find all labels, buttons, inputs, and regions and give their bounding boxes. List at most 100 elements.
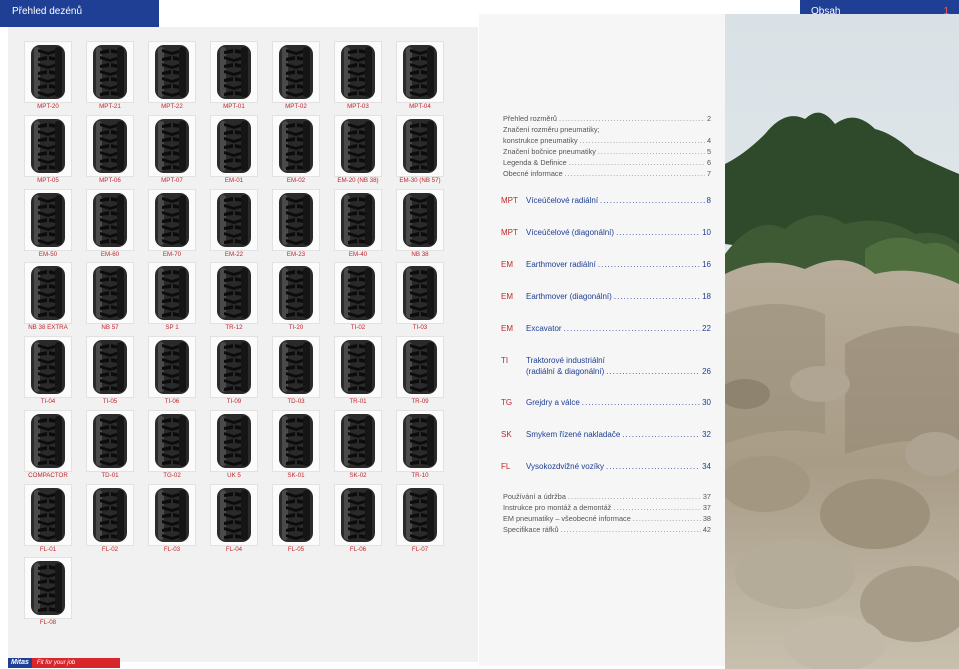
tire-thumbnail: MPT-03	[327, 41, 389, 113]
tire-image	[396, 484, 444, 546]
toc-section-code: MPT	[501, 228, 518, 237]
table-of-contents: Přehled rozměrů 2 Značení rozměru pneumati…	[479, 14, 725, 666]
toc-intro-entry[interactable]: Přehled rozměrů 2	[503, 114, 711, 123]
tire-label: FL-08	[39, 619, 57, 626]
tire-thumbnail: TI-03	[389, 262, 451, 334]
tire-label: TI-20	[288, 324, 304, 331]
tire-thumbnail: FL-01	[17, 484, 79, 556]
toc-intro-entry[interactable]: konstrukce pneumatiky 4	[503, 136, 711, 145]
tire-label: TI-05	[102, 398, 118, 405]
toc-appendix-entry[interactable]: Instrukce pro montáž a demontáž 37	[503, 503, 711, 512]
toc-entry-title: Instrukce pro montáž a demontáž	[503, 503, 612, 512]
tire-image	[334, 41, 382, 103]
tire-thumbnail: FL-07	[389, 484, 451, 556]
toc-section-row: Víceúčelové (diagonální) 10	[526, 228, 711, 238]
page-title-left: Přehled dezénů	[12, 6, 83, 17]
tire-label: EM-02	[286, 177, 306, 184]
tire-image	[396, 115, 444, 177]
toc-section-row: Grejdry a válce 30	[526, 398, 711, 408]
toc-section-entry[interactable]: MPT Víceúčelové radiální 8	[501, 196, 711, 206]
toc-section-title: Víceúčelové (diagonální)	[526, 228, 615, 237]
toc-appendix-entry[interactable]: EM pneumatiky – všeobecné informace 38	[503, 514, 711, 523]
tire-thumbnail: TI-04	[17, 336, 79, 408]
tire-label: MPT-22	[161, 103, 183, 110]
toc-section-code: TG	[501, 398, 513, 407]
toc-section-entry[interactable]: TI Traktorové industriální (radiální & dia…	[501, 356, 711, 378]
tire-image	[210, 484, 258, 546]
toc-leader	[564, 324, 701, 334]
tire-label: EM-30 (NB 57)	[399, 177, 441, 184]
tire-image	[210, 115, 258, 177]
tire-thumbnail: MPT-07	[141, 115, 203, 187]
toc-appendix-entry[interactable]: Používání a údržba 37	[503, 492, 711, 501]
tire-thumbnail: TG-02	[141, 410, 203, 482]
tire-image	[24, 410, 72, 472]
toc-intro-entry[interactable]: Značení bočnice pneumatiky 5	[503, 147, 711, 156]
toc-section-row: Excavator 22	[526, 324, 711, 334]
toc-intro-entry[interactable]: Značení rozměru pneumatiky;	[503, 125, 711, 134]
tire-label: SP 1	[165, 324, 179, 331]
toc-entry-page: 2	[706, 114, 711, 123]
toc-leader	[616, 228, 700, 238]
tire-label: SK-01	[287, 472, 305, 479]
tire-thumbnail: TI-20	[265, 262, 327, 334]
toc-entry-page: 6	[706, 158, 711, 167]
toc-section-row: (radiální & diagonální) 26	[526, 367, 711, 377]
tire-image	[334, 115, 382, 177]
toc-section-code: EM	[501, 324, 513, 333]
toc-appendix-entry[interactable]: Specifikace ráfků 42	[503, 525, 711, 534]
tire-thumbnail: TI-06	[141, 336, 203, 408]
tire-image	[24, 41, 72, 103]
toc-section-entry[interactable]: FL Vysokozdvižné vozíky 34	[501, 462, 711, 472]
tire-thumbnail: EM-22	[203, 189, 265, 261]
tire-thumbnail: NB 57	[79, 262, 141, 334]
toc-leader	[569, 158, 705, 167]
toc-leader	[633, 514, 701, 523]
tire-image	[210, 262, 258, 324]
logo-brand: Mitas	[8, 658, 32, 668]
tire-label: EM-23	[286, 251, 306, 258]
toc-section-page: 32	[702, 430, 711, 439]
toc-section-row: Earthmover radiální 16	[526, 260, 711, 270]
toc-section-entry[interactable]: EM Earthmover radiální 16	[501, 260, 711, 270]
tire-image	[86, 41, 134, 103]
toc-section-code: MPT	[501, 196, 518, 205]
toc-section-title: (radiální & diagonální)	[526, 367, 605, 376]
toc-intro-entry[interactable]: Obecné informace 7	[503, 169, 711, 178]
toc-leader	[598, 147, 705, 156]
tire-label: FL-04	[225, 546, 243, 553]
toc-section-row: Smykem řízené nakladače 32	[526, 430, 711, 440]
tire-label: FL-06	[349, 546, 367, 553]
tire-image	[24, 262, 72, 324]
toc-leader	[622, 430, 700, 440]
toc-section-title: Earthmover radiální	[526, 260, 596, 269]
toc-section-page: 34	[702, 462, 711, 471]
tire-image	[24, 336, 72, 398]
tire-image	[272, 41, 320, 103]
tire-image	[86, 115, 134, 177]
toc-leader	[606, 367, 700, 377]
toc-section-entry[interactable]: TG Grejdry a válce 30	[501, 398, 711, 408]
tire-image	[334, 336, 382, 398]
tire-label: NB 38 EXTRA	[28, 324, 68, 331]
tire-image	[86, 410, 134, 472]
toc-leader	[600, 196, 705, 206]
tire-label: MPT-07	[161, 177, 183, 184]
tire-label: FL-07	[411, 546, 429, 553]
toc-section-entry[interactable]: SK Smykem řízené nakladače 32	[501, 430, 711, 440]
toc-section-entry[interactable]: EM Excavator 22	[501, 324, 711, 334]
toc-section-row: Víceúčelové radiální 8	[526, 196, 711, 206]
toc-section-entry[interactable]: MPT Víceúčelové (diagonální) 10	[501, 228, 711, 238]
tread-pattern-grid: MPT-20 MPT-21 MPT-22 MPT-01 MPT-02 MPT-03 MPT-…	[8, 27, 478, 662]
tire-image	[148, 41, 196, 103]
toc-section-entry[interactable]: EM Earthmover (diagonální) 18	[501, 292, 711, 302]
tire-thumbnail: MPT-20	[17, 41, 79, 113]
tire-label: TD-03	[287, 398, 305, 405]
tire-thumbnail: TR-01	[327, 336, 389, 408]
tire-image	[334, 484, 382, 546]
toc-section-page: 26	[702, 367, 711, 376]
tire-label: NB 38	[411, 251, 429, 258]
toc-intro-entry[interactable]: Legenda & Definice 6	[503, 158, 711, 167]
toc-section-page: 18	[702, 292, 711, 301]
tire-label: TG-02	[163, 472, 181, 479]
